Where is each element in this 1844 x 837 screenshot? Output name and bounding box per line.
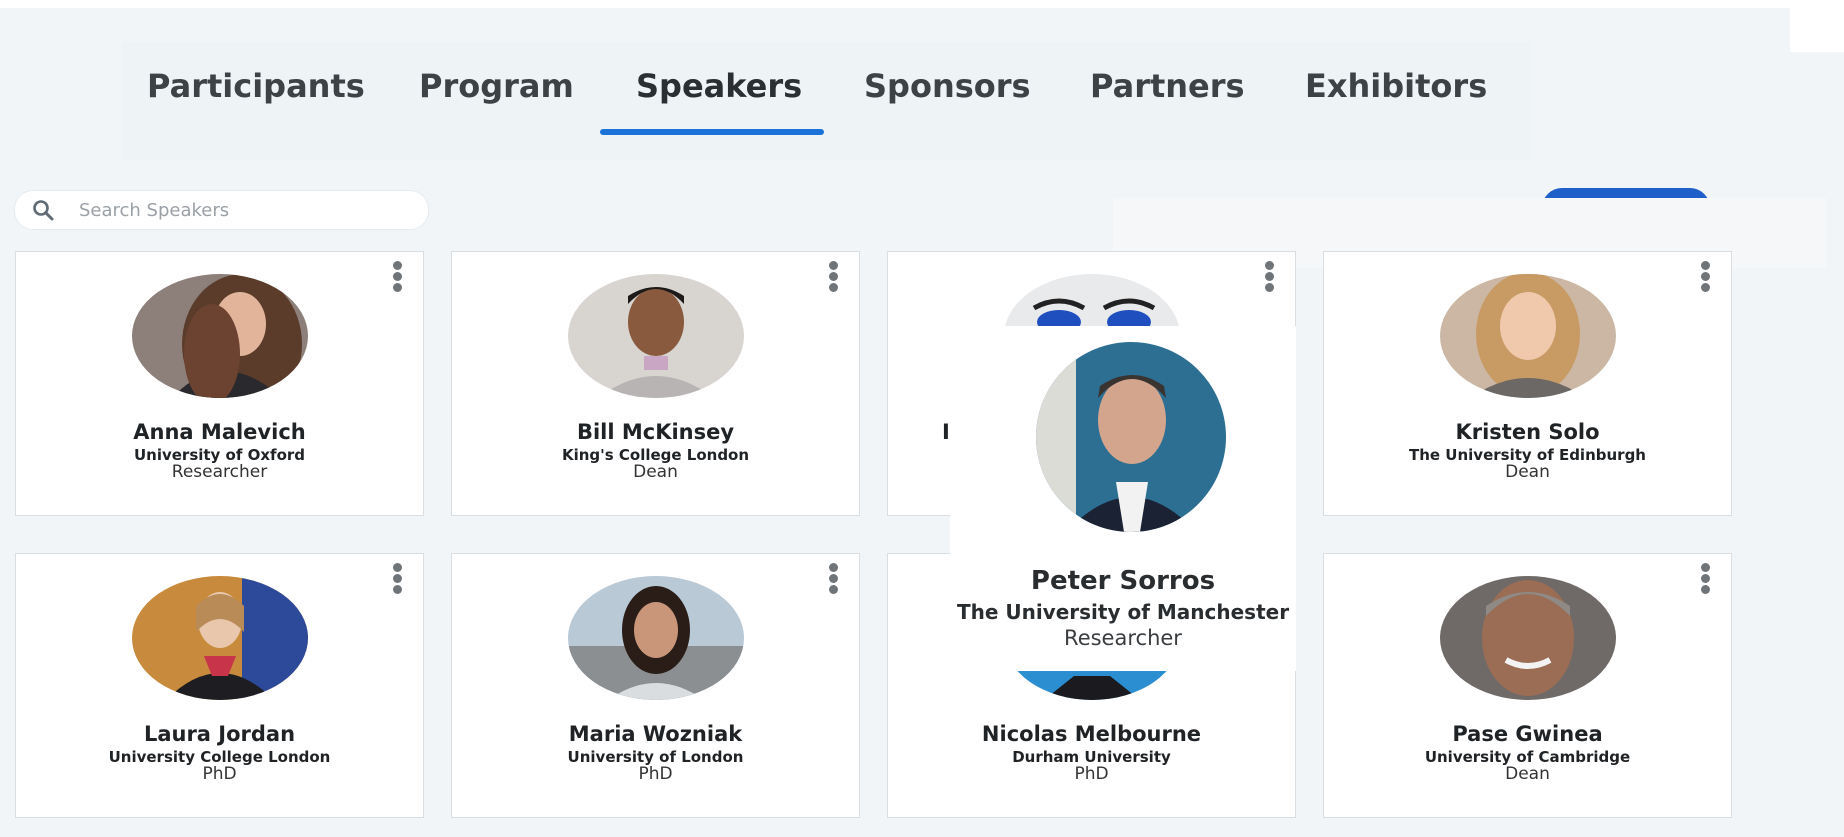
speaker-name: Kristen Solo: [1455, 420, 1600, 444]
avatar: [1036, 342, 1226, 532]
speaker-card[interactable]: Bill McKinsey King's College London Dean: [451, 251, 860, 516]
speaker-role: Dean: [633, 462, 678, 482]
tab-participants[interactable]: Participants: [147, 64, 365, 108]
kebab-menu-icon[interactable]: [1699, 562, 1711, 594]
speaker-hover-card[interactable]: Peter Sorros The University of Mancheste…: [950, 326, 1296, 671]
tab-speakers[interactable]: Speakers: [636, 64, 802, 108]
speaker-name: Bill McKinsey: [576, 420, 735, 444]
kebab-menu-icon[interactable]: [1699, 260, 1711, 292]
speaker-card[interactable]: Pase Gwinea University of Cambridge Dean: [1323, 553, 1732, 818]
speaker-name: Anna Malevich: [133, 420, 306, 444]
avatar: [568, 576, 744, 700]
tab-program[interactable]: Program: [419, 64, 574, 108]
kebab-menu-icon[interactable]: [827, 260, 839, 292]
speaker-role: PhD: [202, 764, 237, 784]
speaker-card[interactable]: Anna Malevich University of Oxford Resea…: [15, 251, 424, 516]
speaker-name: Pase Gwinea: [1452, 722, 1603, 746]
speaker-name: Nicolas Melbourne: [981, 722, 1202, 746]
search-box[interactable]: [14, 190, 429, 230]
search-input[interactable]: [77, 195, 411, 225]
avatar: [132, 576, 308, 700]
speaker-name: I: [942, 420, 950, 444]
avatar: [1440, 576, 1616, 700]
speaker-name: Peter Sorros: [1030, 566, 1216, 596]
speaker-card[interactable]: Laura Jordan University College London P…: [15, 553, 424, 818]
speaker-role: Dean: [1505, 764, 1550, 784]
kebab-menu-icon[interactable]: [391, 562, 403, 594]
kebab-menu-icon[interactable]: [827, 562, 839, 594]
top-strip: [1790, 0, 1844, 53]
speaker-role: Dean: [1505, 462, 1550, 482]
active-tab-indicator: [600, 129, 824, 135]
tab-exhibitors[interactable]: Exhibitors: [1305, 64, 1487, 108]
tab-sponsors[interactable]: Sponsors: [864, 64, 1031, 108]
speaker-role: PhD: [638, 764, 673, 784]
avatar: [1440, 274, 1616, 398]
search-icon: [33, 200, 54, 221]
speaker-role: Researcher: [1064, 626, 1182, 650]
kebab-menu-icon[interactable]: [1263, 260, 1275, 292]
speaker-role: Researcher: [171, 462, 268, 482]
avatar: [568, 274, 744, 398]
speaker-card[interactable]: Maria Wozniak University of London PhD: [451, 553, 860, 818]
speaker-role: PhD: [1074, 764, 1109, 784]
speaker-name: Maria Wozniak: [568, 722, 743, 746]
avatar: [132, 274, 308, 398]
right-strip: [1790, 52, 1844, 837]
tab-partners[interactable]: Partners: [1090, 64, 1245, 108]
speaker-organization: The University of Manchester: [956, 600, 1290, 624]
speaker-name: Laura Jordan: [143, 722, 296, 746]
kebab-menu-icon[interactable]: [391, 260, 403, 292]
speaker-card[interactable]: Kristen Solo The University of Edinburgh…: [1323, 251, 1732, 516]
